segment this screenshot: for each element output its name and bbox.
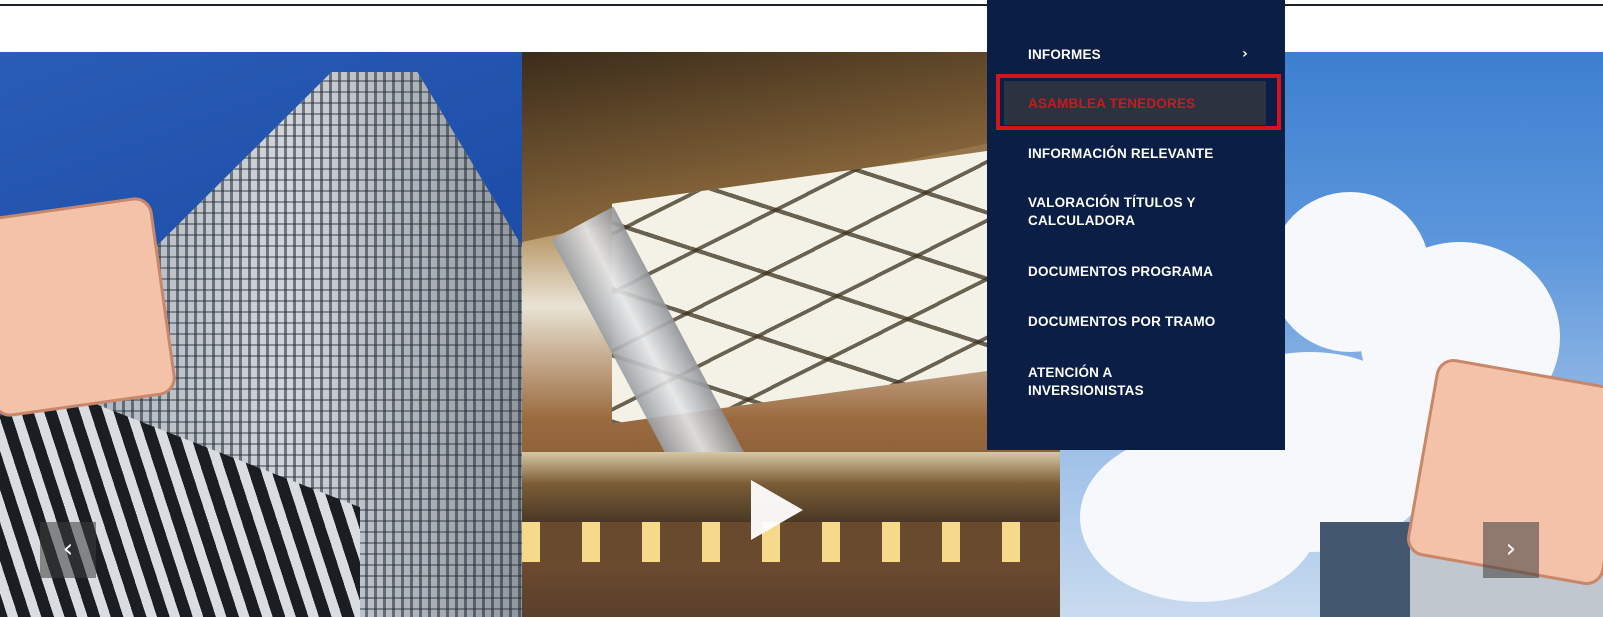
slide-atrium-video[interactable]	[522, 52, 1060, 617]
menu-item-documentos-por-tramo[interactable]: DOCUMENTOS POR TRAMO	[1028, 313, 1268, 331]
image-carousel: ‹ ›	[0, 52, 1603, 617]
menu-item-valoracion-titulos[interactable]: VALORACIÓN TÍTULOS Y CALCULADORA	[1028, 194, 1228, 230]
hand-illustration-left	[0, 195, 179, 419]
cloud-shape	[1080, 432, 1320, 602]
menu-item-asamblea-tenedores[interactable]: ASAMBLEA TENEDORES	[1028, 95, 1268, 113]
menu-item-documentos-programa[interactable]: DOCUMENTOS PROGRAMA	[1028, 263, 1268, 281]
menu-item-informes[interactable]: INFORMES	[1028, 46, 1268, 64]
carousel-next-button[interactable]: ›	[1483, 522, 1539, 578]
header-divider	[0, 4, 1603, 6]
chevron-right-icon: ›	[1242, 46, 1248, 62]
play-icon[interactable]	[751, 480, 803, 540]
distant-building-dark	[1320, 522, 1410, 617]
menu-item-atencion-inversionistas[interactable]: ATENCIÓN A INVERSIONISTAS	[1028, 364, 1158, 400]
carousel-prev-button[interactable]: ‹	[40, 522, 96, 578]
menu-item-informacion-relevante[interactable]: INFORMACIÓN RELEVANTE	[1028, 145, 1268, 163]
